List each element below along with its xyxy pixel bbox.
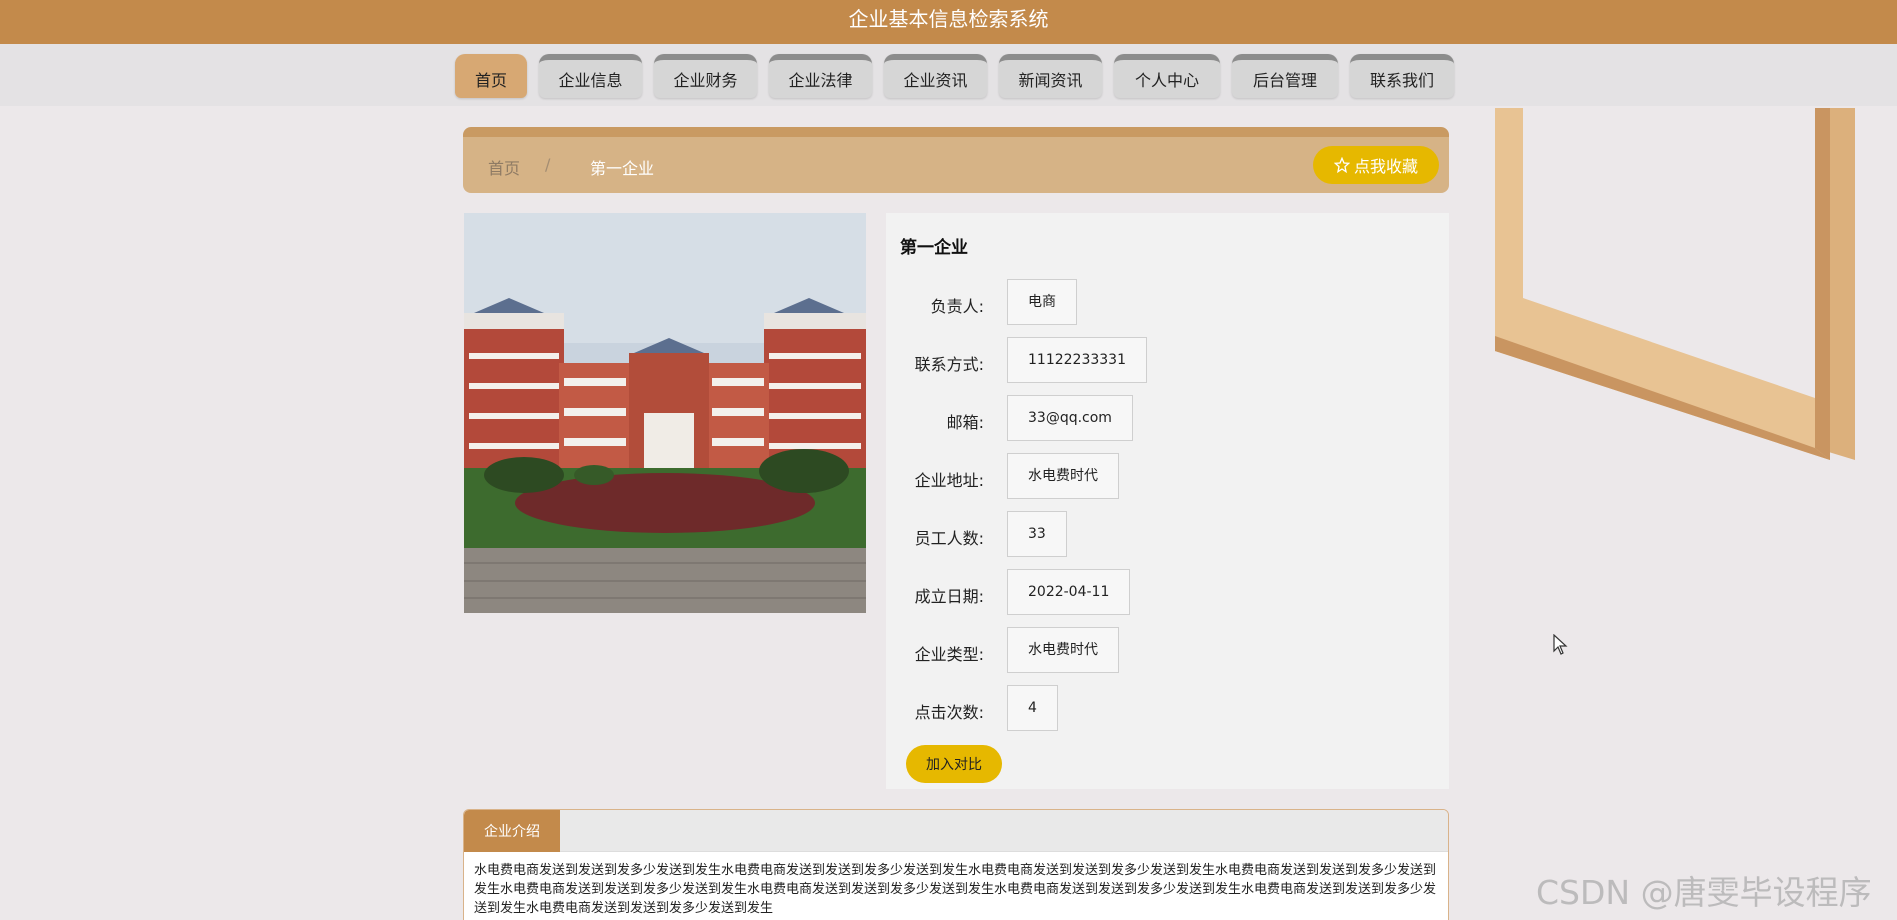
app-header: 企业基本信息检索系统 [0,0,1897,44]
favorite-label: 点我收藏 [1353,157,1418,176]
field-value: 11122233331 [1007,337,1147,383]
field-value: 电商 [1007,279,1077,325]
add-to-compare-button[interactable]: 加入对比 [906,745,1002,783]
field-row-address: 企业地址: 水电费时代 [886,453,1446,501]
field-value: 4 [1007,685,1058,731]
decorative-frame [1495,108,1855,460]
nav-item-admin[interactable]: 后台管理 [1232,54,1338,98]
tab-company-intro[interactable]: 企业介绍 [464,810,560,852]
breadcrumb: 首页 / 第一企业 点我收藏 [463,127,1449,193]
nav-item-home[interactable]: 首页 [455,54,527,98]
field-value: 水电费时代 [1007,627,1119,673]
breadcrumb-home-link[interactable]: 首页 [488,155,520,179]
intro-text: 水电费电商发送到发送到发多少发送到发生水电费电商发送到发送到发多少发送到发生水电… [474,863,1437,916]
nav-item-company-news[interactable]: 企业资讯 [884,54,987,98]
field-row-employees: 员工人数: 33 [886,511,1446,559]
field-label: 负责人: [930,297,984,316]
field-row-company-type: 企业类型: 水电费时代 [886,627,1446,675]
intro-tab-bar: 企业介绍 [464,810,1448,852]
field-label: 企业地址: [914,471,984,490]
nav-item-company-law[interactable]: 企业法律 [769,54,872,98]
main-nav-bar: 首页 企业信息 企业财务 企业法律 企业资讯 新闻资讯 个人中心 后台管理 联系… [0,44,1897,106]
favorite-button[interactable]: 点我收藏 [1313,146,1439,184]
nav-item-contact[interactable]: 联系我们 [1350,54,1454,98]
star-icon [1333,157,1350,173]
company-photo [464,213,866,613]
breadcrumb-current: 第一企业 [590,159,655,178]
field-row-manager: 负责人: 电商 [886,279,1446,327]
company-info-panel: 第一企业 负责人: 电商 联系方式: 11122233331 邮箱: 33@qq… [886,213,1449,789]
main-nav: 首页 企业信息 企业财务 企业法律 企业资讯 新闻资讯 个人中心 后台管理 联系… [455,54,1454,98]
nav-item-company-info[interactable]: 企业信息 [539,54,642,98]
field-label: 员工人数: [914,529,984,548]
nav-item-company-finance[interactable]: 企业财务 [654,54,757,98]
mouse-cursor-icon [1553,634,1568,655]
field-value: 水电费时代 [1007,453,1119,499]
field-row-contact: 联系方式: 11122233331 [886,337,1446,385]
watermark: CSDN @唐雯毕设程序 [1536,873,1872,912]
nav-item-news[interactable]: 新闻资讯 [999,54,1102,98]
breadcrumb-separator: / [545,155,551,174]
field-row-founded-date: 成立日期: 2022-04-11 [886,569,1446,617]
company-intro-section: 企业介绍 水电费电商发送到发送到发多少发送到发生水电费电商发送到发送到发多少发送… [463,809,1449,920]
app-title: 企业基本信息检索系统 [848,7,1049,31]
field-label: 成立日期: [914,587,984,606]
field-row-click-count: 点击次数: 4 [886,685,1446,733]
field-value: 33@qq.com [1007,395,1133,441]
field-row-email: 邮箱: 33@qq.com [886,395,1446,443]
field-value: 33 [1007,511,1067,557]
field-label: 邮箱: [946,413,984,432]
company-name: 第一企业 [900,238,968,258]
field-label: 企业类型: [914,645,984,664]
field-label: 联系方式: [914,355,984,374]
nav-item-personal-center[interactable]: 个人中心 [1114,54,1220,98]
field-label: 点击次数: [914,703,984,722]
field-value: 2022-04-11 [1007,569,1131,615]
